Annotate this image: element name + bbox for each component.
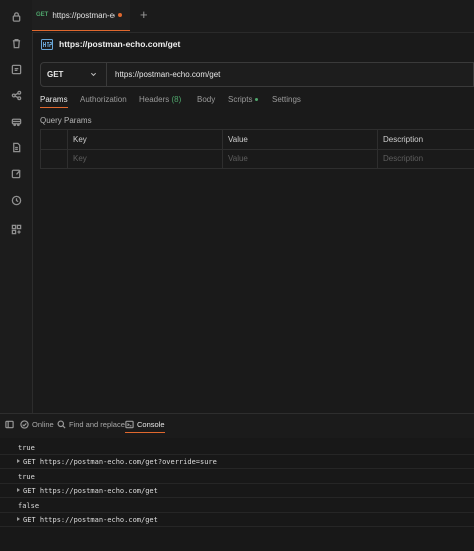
console-log-text: true (18, 443, 35, 452)
expand-arrow-icon[interactable] (17, 488, 20, 492)
request-name[interactable]: https://postman-echo.com/get (59, 39, 180, 49)
expand-arrow-icon[interactable] (17, 517, 20, 521)
edit-icon[interactable] (9, 166, 23, 180)
query-params-table: Key Value Description (40, 129, 474, 170)
console-label: Console (137, 420, 165, 429)
chevron-down-icon (90, 72, 97, 77)
new-tab-plus-icon[interactable]: + (140, 7, 148, 22)
left-sidebar (0, 0, 33, 413)
key-column-header: Key (67, 130, 222, 149)
tab-settings-label: Settings (272, 95, 301, 104)
trash-icon[interactable] (9, 36, 23, 50)
tab-authorization-label: Authorization (80, 95, 127, 104)
console-request-line[interactable]: GET https://postman-echo.com/get?overrid… (0, 455, 474, 469)
http-request-icon (41, 38, 53, 50)
flow-icon[interactable] (9, 88, 23, 102)
request-header: https://postman-echo.com/get (41, 37, 180, 51)
console-log-line: true (0, 441, 474, 455)
vehicle-icon[interactable] (9, 114, 23, 128)
find-replace-label: Find and replace (69, 420, 125, 429)
method-label: GET (47, 70, 64, 79)
console-request-line[interactable]: GET https://postman-echo.com/get (0, 484, 474, 498)
value-cell (222, 149, 377, 168)
console-button[interactable]: Console (125, 420, 165, 433)
method-select[interactable]: GET (41, 63, 107, 86)
online-label: Online (32, 420, 54, 429)
table-header-row: Key Value Description (40, 130, 474, 150)
tab-settings[interactable]: Settings (272, 95, 301, 104)
url-input[interactable] (115, 63, 415, 86)
description-cell (377, 149, 474, 168)
console-log-text: true (18, 472, 35, 481)
console-panel: true GET https://postman-echo.com/get?ov… (0, 438, 474, 551)
description-input[interactable] (383, 154, 465, 163)
checkbox-column-header (40, 130, 67, 149)
value-column-header: Value (222, 130, 377, 149)
tab-headers[interactable]: Headers (8) (139, 95, 181, 104)
search-icon (57, 420, 66, 429)
key-input[interactable] (73, 154, 208, 163)
apps-icon[interactable] (9, 222, 23, 236)
table-row (40, 149, 474, 169)
unsaved-dot-icon (118, 13, 123, 17)
tab-authorization[interactable]: Authorization (80, 95, 127, 104)
document-icon[interactable] (9, 140, 23, 154)
scripts-indicator-dot (255, 98, 259, 102)
online-status[interactable]: Online (20, 420, 54, 429)
environment-icon[interactable] (9, 62, 23, 76)
console-request-line[interactable]: GET https://postman-echo.com/get (0, 513, 474, 527)
description-column-header: Description (377, 130, 474, 149)
headers-count-badge: (8) (171, 95, 182, 104)
url-bar: GET (40, 62, 474, 87)
status-bar: Online Find and replace Console (0, 413, 474, 439)
tab-headers-label: Headers (139, 95, 170, 104)
lock-icon[interactable] (9, 9, 23, 23)
expand-arrow-icon[interactable] (17, 459, 20, 463)
console-request-text: GET https://postman-echo.com/get (23, 486, 158, 495)
query-params-heading: Query Params (40, 116, 92, 125)
tab-scripts[interactable]: Scripts (228, 95, 259, 104)
row-checkbox-cell (40, 149, 67, 168)
tab-title: https://postman-echo.c (52, 10, 115, 20)
tab-method: GET (36, 12, 49, 18)
key-cell (67, 149, 222, 168)
sidebar-toggle-icon (5, 420, 14, 429)
tab-params[interactable]: Params (40, 95, 68, 108)
online-check-icon (20, 420, 29, 429)
tab-bar: GET https://postman-echo.c + (32, 0, 474, 33)
console-request-text: GET https://postman-echo.com/get?overrid… (23, 457, 217, 466)
tab-body[interactable]: Body (197, 95, 215, 104)
console-log-line: false (0, 499, 474, 513)
console-icon (125, 420, 134, 429)
history-icon[interactable] (9, 193, 23, 207)
console-request-text: GET https://postman-echo.com/get (23, 515, 158, 524)
console-log-line: true (0, 470, 474, 484)
request-tab[interactable]: GET https://postman-echo.c (32, 0, 130, 31)
tab-body-label: Body (197, 95, 216, 104)
toggle-sidebar-button[interactable] (5, 420, 17, 429)
tab-params-label: Params (40, 95, 68, 104)
console-log-text: false (18, 501, 40, 510)
value-input[interactable] (228, 154, 363, 163)
tab-scripts-label: Scripts (228, 95, 253, 104)
find-replace-button[interactable]: Find and replace (57, 420, 125, 429)
